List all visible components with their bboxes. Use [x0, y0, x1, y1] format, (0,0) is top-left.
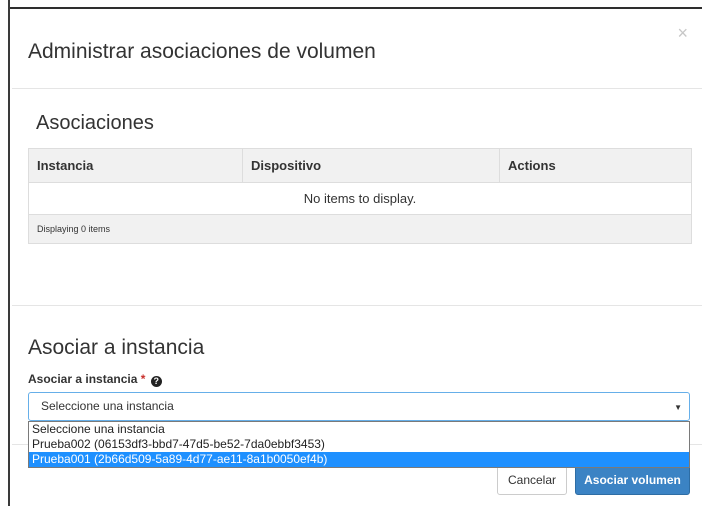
table-footer-row: Displaying 0 items	[28, 214, 692, 244]
cancel-button[interactable]: Cancelar	[497, 465, 567, 495]
chevron-down-icon: ▼	[674, 403, 682, 412]
instance-select-value: Seleccione una instancia	[41, 399, 174, 413]
dropdown-option-highlighted[interactable]: Prueba001 (2b66d509-5a89-4d77-ae11-8a1b0…	[29, 452, 689, 467]
required-marker: *	[140, 372, 146, 386]
modal-title: Administrar asociaciones de volumen	[28, 40, 376, 63]
modal-page: × Administrar asociaciones de volumen As…	[0, 0, 702, 506]
attach-heading: Asociar a instancia	[28, 336, 205, 359]
header-divider	[12, 88, 702, 89]
section-divider	[12, 305, 702, 306]
table-header-row: Instancia Dispositivo Actions	[28, 148, 692, 183]
question-circle-icon[interactable]: ?	[150, 376, 162, 387]
instance-select[interactable]: Seleccione una instancia ▼	[28, 392, 690, 421]
empty-row: No items to display.	[28, 182, 692, 215]
instance-dropdown-list: Seleccione una instancia Prueba002 (0615…	[28, 421, 690, 468]
column-header-actions: Actions	[499, 148, 692, 183]
empty-message: No items to display.	[28, 182, 692, 215]
instance-label-text: Asociar a instancia	[28, 372, 138, 386]
item-count: Displaying 0 items	[28, 214, 692, 244]
column-header-instance: Instancia	[28, 148, 243, 183]
dropdown-option[interactable]: Prueba002 (06153df3-bbd7-47d5-be52-7da0e…	[29, 437, 689, 452]
background-window-edge	[0, 0, 702, 9]
dropdown-option[interactable]: Seleccione una instancia	[29, 422, 689, 437]
associations-heading: Asociaciones	[36, 112, 154, 134]
column-header-device: Dispositivo	[242, 148, 500, 183]
associations-table: Instancia Dispositivo Actions No items t…	[28, 148, 692, 244]
instance-field-label: Asociar a instancia * ?	[28, 372, 162, 387]
attach-volume-button[interactable]: Asociar volumen	[575, 465, 690, 495]
background-window-border	[0, 0, 10, 506]
close-icon[interactable]: ×	[677, 24, 688, 42]
